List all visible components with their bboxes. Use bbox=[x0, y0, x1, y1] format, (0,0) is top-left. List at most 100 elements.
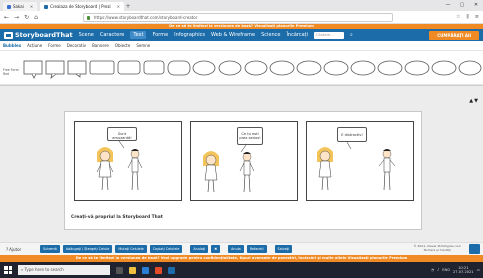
bubble-round-1[interactable] bbox=[167, 60, 191, 76]
back-arrow-icon[interactable]: ← bbox=[4, 14, 9, 21]
nav-web-wireframe[interactable]: Web & Wireframe bbox=[211, 32, 255, 38]
girl-character[interactable] bbox=[203, 151, 219, 193]
bubble-cloud-8[interactable] bbox=[431, 60, 457, 76]
volume-icon[interactable]: ♪ bbox=[437, 268, 439, 272]
girl-character[interactable] bbox=[317, 147, 333, 191]
bubble-round-3[interactable] bbox=[218, 60, 242, 76]
divider bbox=[0, 85, 483, 86]
nav-caractere[interactable]: Caractere bbox=[100, 32, 124, 38]
bubble-rect-4[interactable] bbox=[89, 60, 115, 75]
move-cells-button[interactable]: Mutați Celulele bbox=[115, 245, 147, 253]
logo-text: StoryboardThat bbox=[15, 31, 73, 39]
cell-characters bbox=[203, 144, 255, 193]
bubble-cloud-2[interactable] bbox=[269, 60, 295, 76]
bubble-cloud-6[interactable] bbox=[377, 60, 403, 76]
bubble-cloud-7[interactable] bbox=[404, 60, 430, 76]
library-icon[interactable]: ⫼ bbox=[466, 14, 468, 20]
storyboard-cell-1[interactable]: Sunt amuzantă! bbox=[74, 121, 182, 201]
help-button[interactable]: ? Ajutor bbox=[6, 247, 21, 252]
subtab-decorativ[interactable]: Decorativ bbox=[67, 43, 86, 48]
tab-label: Crealaza de Storyboard | Prezi bbox=[50, 4, 111, 9]
layout-button[interactable]: Schemă bbox=[40, 245, 60, 253]
boy-character[interactable] bbox=[239, 152, 255, 193]
wifi-icon[interactable]: ◔ bbox=[431, 268, 434, 272]
subtab-actiune[interactable]: Acțiune bbox=[27, 43, 42, 48]
storyboardthat-logo[interactable]: StoryboardThat bbox=[4, 31, 73, 39]
maximize-button[interactable]: ▢ bbox=[455, 0, 469, 11]
nav-upload[interactable]: Încărcați bbox=[286, 32, 308, 38]
undo-button[interactable]: Anula bbox=[228, 245, 244, 253]
system-tray: ◔ ♪ ENG 10:21 27.07.2021 ▭ bbox=[431, 266, 483, 274]
task-view-icon[interactable] bbox=[116, 266, 123, 274]
edge-icon[interactable] bbox=[142, 266, 149, 274]
browser-tab-sakai[interactable]: Sakai ✕ bbox=[3, 2, 38, 11]
clock[interactable]: 10:21 27.07.2021 bbox=[453, 266, 474, 274]
storyboard-canvas[interactable]: Sunt amuzantă! Ce tu esti prea serios! E… bbox=[64, 111, 422, 230]
bubble-cloud-4[interactable] bbox=[323, 60, 349, 76]
storyboard-cell-2[interactable]: Ce tu esti prea serios! bbox=[190, 121, 298, 201]
bubble-cloud-3[interactable] bbox=[296, 60, 322, 76]
chrome-icon[interactable] bbox=[168, 266, 175, 274]
bubble-cloud-1[interactable] bbox=[244, 60, 268, 76]
subtab-obiecte[interactable]: Obiecte bbox=[115, 43, 131, 48]
nav-infographics[interactable]: Infographics bbox=[174, 32, 205, 38]
scroll-arrows[interactable]: ▲▼ bbox=[469, 98, 479, 104]
close-tab-icon[interactable]: ✕ bbox=[30, 4, 33, 9]
help-icon: ? bbox=[6, 246, 9, 252]
boy-character[interactable] bbox=[127, 149, 143, 191]
browser-tab-storyboard[interactable]: Crealaza de Storyboard | Prezi ✕ bbox=[40, 2, 125, 11]
nav-forme[interactable]: Forme bbox=[152, 32, 168, 38]
boy-character[interactable] bbox=[378, 149, 396, 191]
redo-button[interactable]: Refaceți bbox=[246, 245, 267, 253]
windows-start-icon[interactable] bbox=[4, 266, 12, 274]
close-tab-icon[interactable]: ✕ bbox=[117, 4, 120, 9]
subtab-bubbles[interactable]: Bubbles bbox=[3, 43, 21, 48]
bubble-round-2[interactable] bbox=[192, 60, 216, 76]
bubble-rect-1[interactable] bbox=[23, 60, 43, 79]
close-window-button[interactable]: ✕ bbox=[469, 0, 483, 11]
help-label: Ajutor bbox=[9, 246, 22, 252]
nav-science[interactable]: Science bbox=[261, 32, 280, 38]
bubble-rect-6[interactable] bbox=[143, 60, 165, 75]
bubble-cloud-5[interactable] bbox=[350, 60, 376, 76]
search-icon[interactable]: ⌕ bbox=[350, 32, 353, 38]
subtab-bannere[interactable]: Bannere bbox=[92, 43, 109, 48]
bubble-rect-2[interactable] bbox=[45, 60, 65, 80]
subtab-forme[interactable]: Forme bbox=[48, 43, 61, 48]
add-remove-cells-button[interactable]: Adăugați / Ștergeți Celule bbox=[62, 245, 113, 253]
language-indicator[interactable]: ENG bbox=[442, 268, 450, 272]
file-explorer-icon[interactable] bbox=[129, 266, 136, 274]
promo-banner-bottom[interactable]: De ce să te limitezi la versiunea de baz… bbox=[0, 255, 483, 262]
minimize-button[interactable]: — bbox=[441, 0, 455, 11]
address-bar[interactable]: https://www.storyboardthat.com/storyboar… bbox=[82, 12, 393, 22]
search-input[interactable]: Căutare... bbox=[314, 31, 345, 39]
copyright-text: © 2021, Clever Prototypes, LLC Termeni ș… bbox=[413, 244, 461, 252]
cancel-button[interactable]: Anulați bbox=[190, 245, 209, 253]
chat-icon[interactable] bbox=[469, 244, 480, 254]
buy-button[interactable]: CUMPĂRAȚI AII bbox=[429, 30, 479, 40]
delete-button[interactable]: ✖ bbox=[211, 245, 221, 253]
notifications-icon[interactable]: ▭ bbox=[477, 268, 480, 272]
freeform-label: Free Form Red bbox=[3, 68, 19, 76]
bubble-rect-3[interactable] bbox=[67, 60, 87, 78]
nav-scene[interactable]: Scene bbox=[79, 32, 94, 38]
taskbar-search-input[interactable]: ⌕ Type here to search bbox=[18, 265, 110, 275]
bookmark-star-icon[interactable]: ☆ bbox=[456, 14, 460, 20]
copy-cells-button[interactable]: Copiați Celulele bbox=[149, 245, 183, 253]
forward-arrow-icon[interactable]: → bbox=[14, 14, 19, 21]
home-icon[interactable]: ⌂ bbox=[34, 14, 38, 21]
bubble-rect-5[interactable] bbox=[117, 60, 141, 75]
menu-icon[interactable]: ≡ bbox=[475, 14, 479, 20]
storyboard-caption: Creați-vă propriul la Storyboard That bbox=[71, 215, 163, 220]
nav-text[interactable]: Text bbox=[130, 31, 147, 39]
tab-label: Sakai bbox=[13, 4, 24, 9]
bubble-cloud-9[interactable] bbox=[458, 60, 482, 76]
girl-character[interactable] bbox=[96, 147, 114, 191]
save-button[interactable]: Salvați bbox=[274, 245, 293, 253]
subtab-semne[interactable]: Semne bbox=[136, 43, 150, 48]
new-tab-icon[interactable]: + bbox=[124, 2, 132, 11]
reload-icon[interactable]: ↻ bbox=[24, 14, 29, 21]
browser-actions: ☆ ⫼ ≡ bbox=[456, 14, 479, 20]
storyboard-cell-3[interactable]: E distractiv! bbox=[306, 121, 414, 201]
firefox-icon[interactable] bbox=[155, 266, 162, 274]
